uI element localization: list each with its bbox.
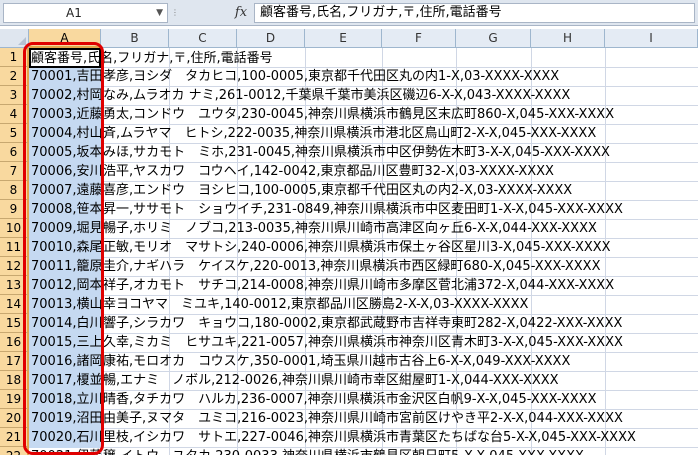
cell-overflow-text: 里枝,イシカワ サトエ,227-0046,神奈川県横浜市青葉区たちばな台5-X-… xyxy=(103,430,636,445)
name-box[interactable]: A1 ▼ xyxy=(3,3,168,23)
column-header-g[interactable]: G xyxy=(456,29,531,48)
selection-outline xyxy=(23,42,104,455)
cell-overflow-text: 康祐,モロオカ コウスケ,350-0001,埼玉県川越市古谷上6-X-X,049… xyxy=(103,354,571,369)
cell-overflow-text: 圭介,ナギハラ ケイスケ,220-0013,神奈川県横浜市西区緑町680-X,0… xyxy=(103,259,601,274)
column-header-i[interactable]: I xyxy=(605,29,698,48)
insert-function-button[interactable]: fx xyxy=(231,3,251,23)
column-header-c[interactable]: C xyxy=(169,29,237,48)
cell-overflow-text: なみ,ムラオカ ナミ,261-0012,千葉県千葉市美浜区磯辺6-X-X,043… xyxy=(103,88,571,103)
worksheet-grid: ABCDEFGHI 1 2 3 4 5 6 7 8 9 10 11 12 13 14 15 16 17 18 19 2… xyxy=(0,29,698,455)
cell-overflow-text: 久幸,ミカミ ヒサユキ,221-0057,神奈川県横浜市神奈川区青木町3-X-X… xyxy=(103,335,623,350)
select-all-icon xyxy=(18,37,26,45)
cell-overflow-text: 祥子,オカモト サチコ,214-0008,神奈川県川崎市多摩区菅北浦372-X,… xyxy=(103,278,615,293)
cell-overflow-text: 由美子,ヌマタ ユミコ,216-0023,神奈川県川崎市宮前区けやき平2-X-X… xyxy=(103,411,623,426)
column-header-f[interactable]: F xyxy=(382,29,456,48)
formula-bar-grip-icon: ⋮ xyxy=(171,8,179,17)
cell-overflow-text: 喜彦,エンドウ ヨシヒコ,100-0005,東京都千代田区丸の内2-X,03-X… xyxy=(103,183,573,198)
name-box-value: A1 xyxy=(66,6,82,20)
cell-overflow-text: 晴香,タチカワ ハルカ,236-0007,神奈川県横浜市金沢区白帆9-X-X,0… xyxy=(103,392,597,407)
cell-overflow-text: 暢,エナミ ノボル,212-0026,神奈川県川崎市幸区紺屋町1-X,044-X… xyxy=(103,373,559,388)
cell-overflow-text: 勇太,コンドウ ユウタ,230-0045,神奈川県横浜市鶴見区末広町860-X,… xyxy=(103,107,615,122)
formula-bar: A1 ▼ ⋮ fx 顧客番号,氏名,フリガナ,〒,住所,電話番号 xyxy=(0,0,698,26)
cell-overflow-text: 幸ヨコヤマ ミユキ,140-0012,東京都品川区勝島2-X-X,03-XXXX… xyxy=(103,297,529,312)
formula-input[interactable]: 顧客番号,氏名,フリガナ,〒,住所,電話番号 xyxy=(254,3,695,23)
chevron-down-icon[interactable]: ▼ xyxy=(156,4,163,22)
cell-overflow-text: 斉,ムラヤマ ヒトシ,222-0035,神奈川県横浜市港北区鳥山町2-X-X,0… xyxy=(103,126,597,141)
cell-overflow-text: みほ,サカモト ミホ,231-0045,神奈川県横浜市中区伊勢佐木町3-X-X,… xyxy=(103,145,610,160)
cell-overflow-text: 穣,イトウ ユタカ,230-0033,神奈川県横浜市鶴見区朝日町5-X-X,04… xyxy=(103,447,584,455)
cell-overflow-text: 孝彦,ヨシダ タカヒコ,100-0005,東京都千代田区丸の内1-X,03-XX… xyxy=(103,69,560,84)
cell-overflow-text: 響子,シラカワ キョウコ,180-0002,東京都武蔵野市吉祥寺東町282-X,… xyxy=(103,316,623,331)
column-header-b[interactable]: B xyxy=(101,29,169,48)
column-header-d[interactable]: D xyxy=(237,29,305,48)
column-header-e[interactable]: E xyxy=(305,29,382,48)
cell-overflow-text: 昇一,ササモト ショウイチ,231-0849,神奈川県横浜市中区麦田町1-X-X… xyxy=(103,202,623,217)
cell-overflow-text: 浩平,ヤスカワ コウヘイ,142-0042,東京都品川区豊町32-X,03-XX… xyxy=(103,164,554,179)
column-header-h[interactable]: H xyxy=(531,29,605,48)
cell-overflow-text: 暢子,ホリミ ノブコ,213-0035,神奈川県川崎市高津区向ヶ丘6-X-X,0… xyxy=(103,221,597,236)
cell-overflow-text: 正敏,モリオ マサトシ,240-0006,神奈川県横浜市保土ヶ谷区星川3-X,0… xyxy=(103,240,611,255)
